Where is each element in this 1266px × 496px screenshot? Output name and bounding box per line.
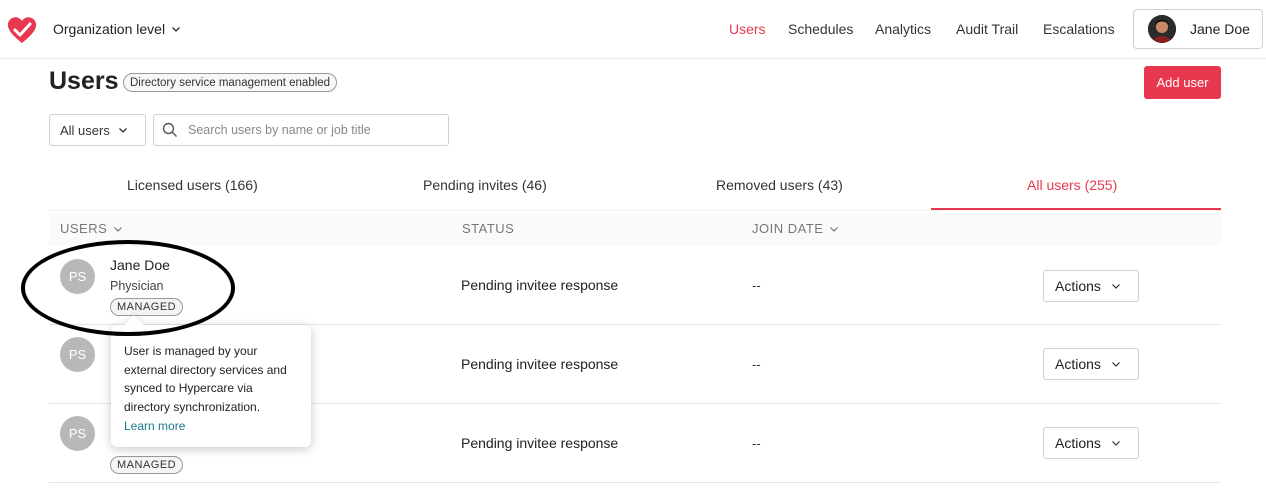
tabs-divider	[49, 210, 1221, 211]
managed-badge[interactable]: MANAGED	[110, 298, 184, 316]
nav-users[interactable]: Users	[729, 21, 766, 37]
chevron-down-icon	[830, 226, 839, 232]
avatar: PS	[60, 259, 95, 294]
chevron-down-icon	[114, 226, 123, 232]
actions-button[interactable]: Actions	[1043, 348, 1139, 380]
actions-label: Actions	[1055, 435, 1101, 451]
add-user-button[interactable]: Add user	[1144, 66, 1221, 99]
tooltip-text: User is managed by your external directo…	[124, 344, 287, 415]
table-header	[49, 213, 1221, 246]
actions-label: Actions	[1055, 278, 1101, 294]
column-header-users[interactable]: USERS	[60, 221, 123, 236]
org-level-selector[interactable]: Organization level	[53, 21, 181, 37]
search-box[interactable]	[153, 114, 449, 146]
nav-analytics[interactable]: Analytics	[875, 21, 931, 37]
column-header-status-label: STATUS	[462, 221, 515, 236]
actions-button[interactable]: Actions	[1043, 270, 1139, 302]
nav-escalations[interactable]: Escalations	[1043, 21, 1115, 37]
column-header-join-date-label: JOIN DATE	[752, 221, 824, 236]
user-name: Jane Doe	[110, 257, 170, 273]
tab-removed-users[interactable]: Removed users (43)	[716, 177, 843, 193]
join-date: --	[752, 357, 761, 372]
chevron-down-icon	[1111, 362, 1120, 367]
join-date: --	[752, 436, 761, 451]
managed-badge[interactable]: MANAGED	[110, 456, 184, 474]
actions-label: Actions	[1055, 356, 1101, 372]
chevron-down-icon	[1111, 284, 1120, 289]
learn-more-link[interactable]: Learn more	[124, 419, 185, 433]
column-header-users-label: USERS	[60, 221, 108, 236]
managed-tooltip: User is managed by your external directo…	[111, 315, 311, 447]
user-status: Pending invitee response	[461, 356, 619, 372]
search-input[interactable]	[186, 122, 430, 138]
avatar	[1148, 15, 1176, 43]
actions-button[interactable]: Actions	[1043, 427, 1139, 459]
org-level-label: Organization level	[53, 21, 166, 37]
avatar: PS	[60, 416, 95, 451]
column-header-join-date[interactable]: JOIN DATE	[752, 221, 839, 236]
tab-licensed-users[interactable]: Licensed users (166)	[127, 177, 258, 193]
column-header-status: STATUS	[462, 221, 514, 236]
page-title: Users	[49, 67, 119, 95]
user-status: Pending invitee response	[461, 277, 619, 293]
user-role: Physician	[110, 279, 164, 293]
tab-pending-invites[interactable]: Pending invites (46)	[423, 177, 547, 193]
join-date: --	[752, 278, 761, 293]
tab-all-users[interactable]: All users (255)	[1027, 177, 1117, 193]
chevron-down-icon	[118, 128, 127, 133]
directory-service-badge: Directory service management enabled	[123, 73, 338, 92]
table-row: PS Jane Doe Physician MANAGED Pending in…	[49, 246, 1221, 325]
heart-logo-icon[interactable]	[6, 14, 38, 46]
active-tab-indicator	[931, 208, 1221, 210]
avatar: PS	[60, 337, 95, 372]
nav-schedules[interactable]: Schedules	[788, 21, 853, 37]
top-bar: Organization level Users Schedules Analy…	[0, 0, 1266, 59]
chevron-down-icon	[1111, 441, 1120, 446]
chevron-down-icon	[172, 27, 181, 32]
search-icon	[162, 122, 177, 137]
nav-audit-trail[interactable]: Audit Trail	[956, 21, 1018, 37]
user-menu-button[interactable]: Jane Doe	[1133, 9, 1263, 49]
user-name: Jane Doe	[1190, 21, 1250, 37]
user-filter-select[interactable]: All users	[49, 114, 146, 146]
user-status: Pending invitee response	[461, 435, 619, 451]
user-filter-value: All users	[60, 122, 110, 138]
